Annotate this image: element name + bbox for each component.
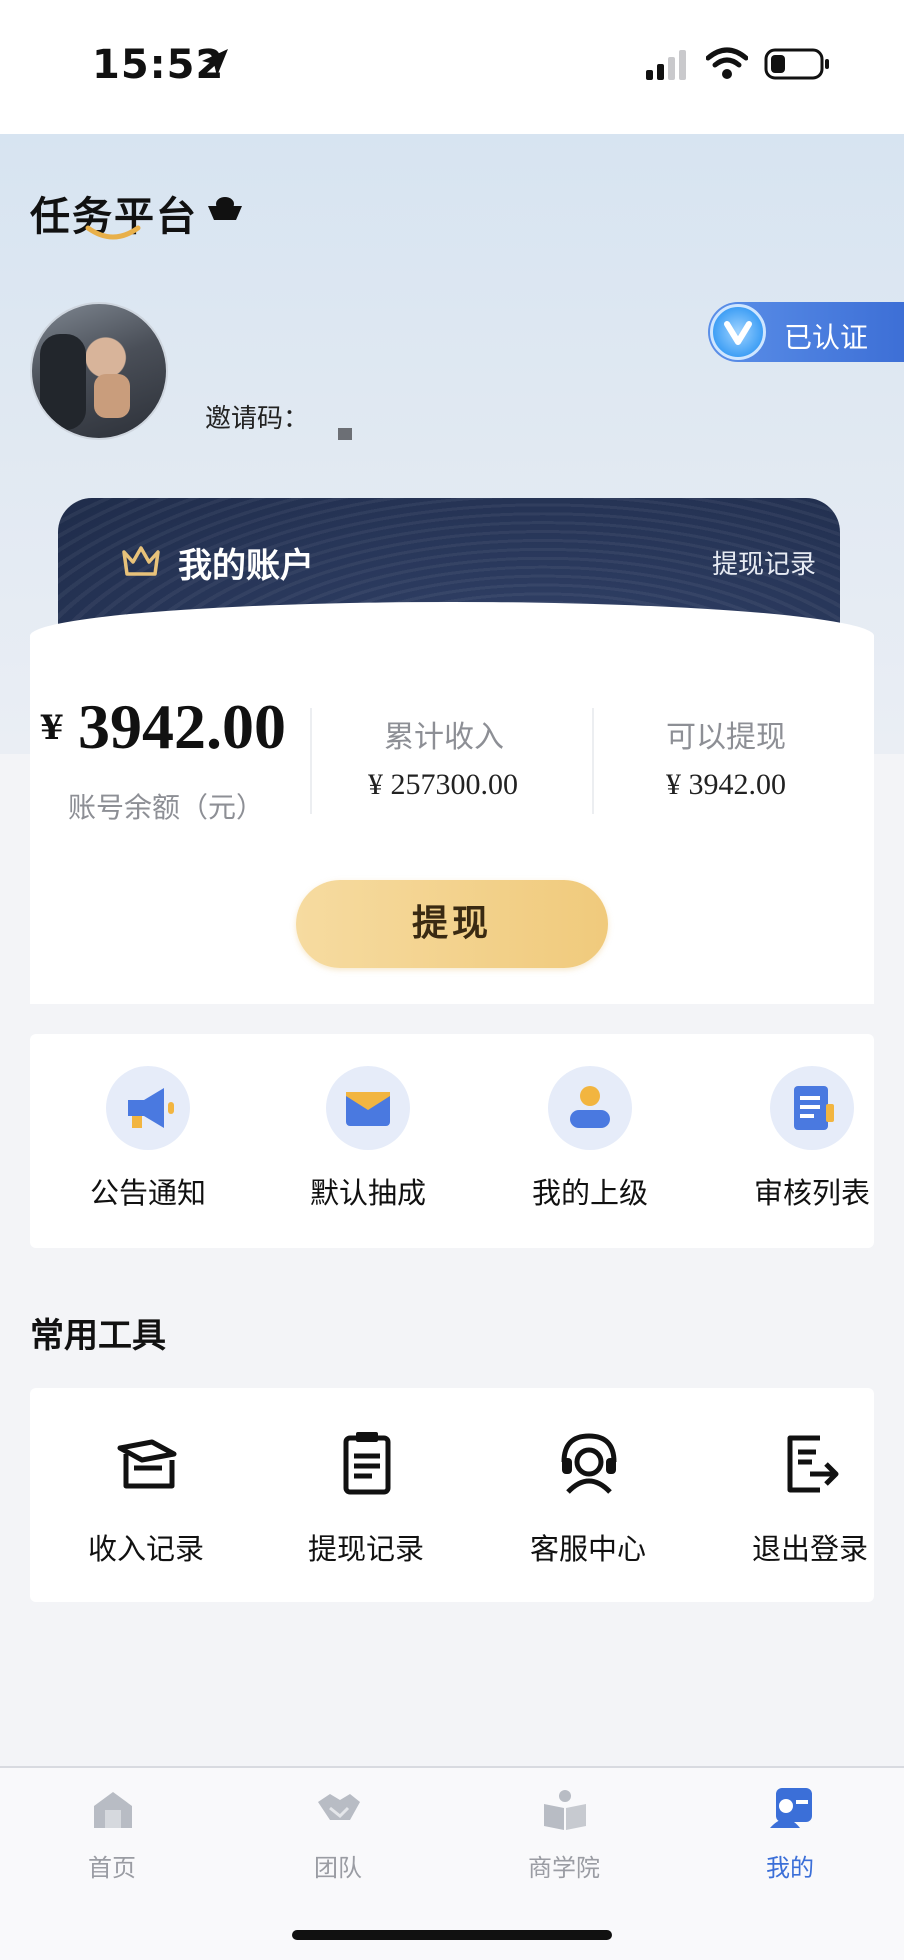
avatar[interactable] [30,302,168,440]
verified-badge: 已认证 [708,302,904,362]
quick-action-review-list[interactable]: 审核列表 [720,1034,900,1248]
stat-divider [310,708,312,814]
tab-home[interactable]: 首页 [42,1786,182,1896]
total-income-label: 累计收入 [384,720,504,755]
battery-icon [764,48,829,80]
tab-team[interactable]: 团队 [268,1786,408,1896]
quick-actions-panel: 公告通知 默认抽成 我的上级 审核列表 [30,1034,874,1248]
total-income-value: ¥ 257300.00 [368,768,518,801]
quick-action-label: 审核列表 [753,1176,870,1210]
tools-panel: 收入记录 提现记录 客服中心 退出登录 [30,1388,874,1602]
quick-action-my-superior[interactable]: 我的上级 [498,1034,678,1248]
home-indicator [292,1930,612,1940]
logout-document-icon [787,1435,839,1493]
avatar-photo-person [94,374,130,418]
home-icon [94,1792,132,1828]
clipboard-icon [343,1432,391,1495]
invite-code-value [338,428,352,440]
tool-label: 收入记录 [87,1532,204,1566]
crown-icon [122,546,160,576]
verified-label: 已认证 [784,321,869,354]
graduation-cap-icon [117,1439,177,1489]
profile-card-icon [770,1788,812,1828]
envelope-icon [326,1066,410,1150]
megaphone-icon [106,1066,190,1150]
status-bar: 15:52 [0,0,904,134]
withdrawable-value: ¥ 3942.00 [666,768,786,801]
tool-withdraw-records[interactable]: 提现记录 [274,1388,458,1602]
quick-action-label: 默认抽成 [309,1176,426,1210]
balance-currency-symbol: ¥ [40,708,64,748]
tools-section-title: 常用工具 [30,1316,166,1356]
logo-smile-mark [85,225,141,240]
quick-action-label: 公告通知 [89,1176,206,1210]
stat-divider [592,708,594,814]
user-icon [548,1066,632,1150]
handshake-icon [318,1794,360,1820]
quick-action-announcements[interactable]: 公告通知 [56,1034,236,1248]
quick-action-label: 我的上级 [531,1176,648,1210]
book-icon [544,1790,586,1830]
balance-label: 账号余额（元） [68,791,265,824]
tab-mine[interactable]: 我的 [720,1786,860,1896]
withdraw-record-link[interactable]: 提现记录 [712,544,816,581]
tab-label: 我的 [766,1854,814,1882]
tool-customer-service[interactable]: 客服中心 [496,1388,680,1602]
withdraw-button[interactable]: 提现 [296,880,608,968]
avatar-photo-tire [40,334,86,430]
tab-label: 首页 [88,1854,136,1882]
tab-business-school[interactable]: 商学院 [494,1786,634,1896]
balance-amount: 3942.00 [78,691,286,762]
tool-label: 客服中心 [529,1532,646,1566]
account-title: 我的账户 [178,546,314,586]
tool-label: 退出登录 [751,1532,868,1566]
gold-ingot-icon [208,197,242,220]
quick-action-default-commission[interactable]: 默认抽成 [276,1034,456,1248]
document-list-icon [770,1066,854,1150]
wifi-icon [706,47,748,79]
invite-code-label: 邀请码： [205,404,310,434]
location-arrow-icon [202,49,228,76]
tool-logout[interactable]: 退出登录 [718,1388,902,1602]
tab-label: 商学院 [528,1854,600,1882]
verified-v-icon [710,304,766,360]
withdrawable-label: 可以提现 [666,720,786,755]
headset-icon [561,1433,617,1494]
tool-income-records[interactable]: 收入记录 [54,1388,238,1602]
cellular-signal-icon [646,50,686,80]
tool-label: 提现记录 [307,1532,424,1566]
tab-label: 团队 [314,1854,362,1882]
